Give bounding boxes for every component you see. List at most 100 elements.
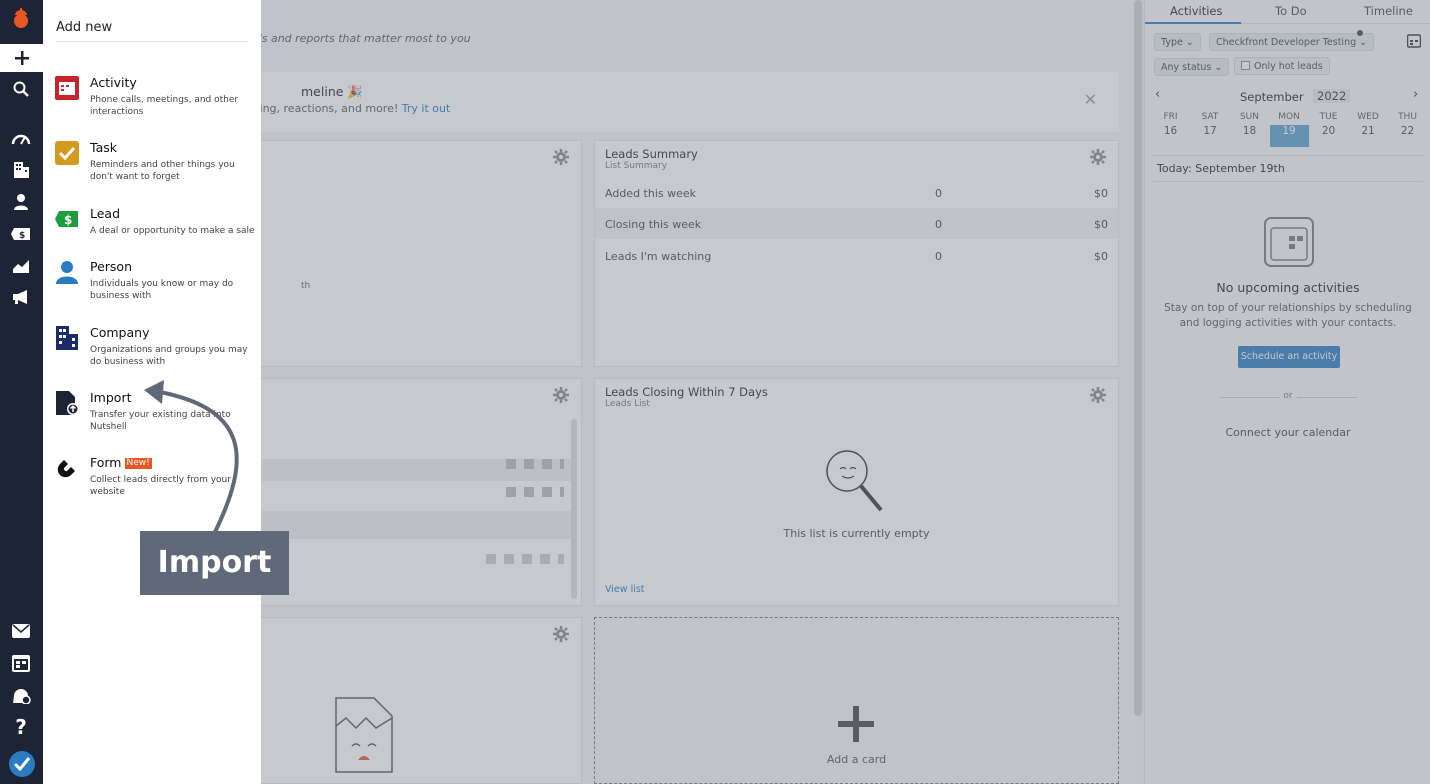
- type-filter-dropdown[interactable]: Type ⌄: [1154, 33, 1201, 51]
- calendar-header: ‹ September 2022 ›: [1145, 87, 1430, 104]
- notification-dot: [1357, 30, 1363, 36]
- card-subtitle: List Summary: [605, 161, 668, 171]
- leads-icon[interactable]: $: [10, 223, 32, 245]
- broken-paper-illustration: [335, 697, 393, 773]
- calendar-day[interactable]: WED 21: [1349, 112, 1388, 137]
- activities-panel: Activities To Do Timeline Type ⌄ Checkfr…: [1144, 0, 1430, 784]
- add-card-button[interactable]: Add a card: [594, 617, 1119, 784]
- magnifier-empty-icon: [826, 450, 883, 512]
- calendar-day[interactable]: TUE 20: [1309, 112, 1348, 137]
- card-subtitle: Leads List: [605, 399, 650, 409]
- chevron-down-icon: ⌄: [1359, 37, 1368, 48]
- banner-close-icon[interactable]: ✕: [1084, 90, 1097, 109]
- logo-icon[interactable]: [10, 8, 32, 30]
- add-new-button[interactable]: [0, 44, 43, 72]
- owner-filter-dropdown[interactable]: Checkfront Developer Testing ⌄: [1209, 33, 1375, 51]
- check-icon[interactable]: [8, 750, 36, 778]
- panel-tabs: Activities To Do Timeline: [1145, 0, 1430, 24]
- leads-summary-card: Leads Summary List Summary Added this we…: [594, 140, 1119, 367]
- email-icon[interactable]: [10, 620, 32, 642]
- companies-icon[interactable]: [10, 159, 32, 181]
- or-text: or: [1283, 391, 1293, 401]
- tab-timeline[interactable]: Timeline: [1364, 4, 1413, 18]
- summary-row[interactable]: Closing this week 0 $0: [595, 208, 1118, 239]
- next-week-icon[interactable]: ›: [1413, 87, 1418, 102]
- reports-icon[interactable]: [10, 255, 32, 277]
- task-icon: [55, 141, 79, 165]
- today-heading: Today: September 19th: [1157, 162, 1285, 175]
- chevron-down-icon: ⌄: [1214, 62, 1223, 73]
- import-icon: [56, 391, 79, 415]
- calendar-day[interactable]: FRI 16: [1151, 112, 1190, 137]
- try-it-out-link[interactable]: Try it out: [402, 102, 451, 115]
- empty-list-text: This list is currently empty: [783, 527, 930, 540]
- gear-icon[interactable]: [1090, 149, 1106, 165]
- placeholder-cells: [506, 459, 564, 469]
- timeline-banner: meline 🎉 ring, reactions, and more! Try …: [175, 72, 1119, 132]
- summary-row[interactable]: Added this week 0 $0: [595, 177, 1118, 208]
- divider: [1153, 181, 1423, 182]
- help-chat-icon[interactable]: [10, 684, 32, 706]
- calendar-day[interactable]: SUN 18: [1230, 112, 1269, 137]
- company-icon: [56, 326, 78, 350]
- no-upcoming-text: Stay on top of your relationships by sch…: [1164, 302, 1412, 329]
- add-person-item[interactable]: Person Individuals you know or may do bu…: [55, 259, 255, 304]
- calendar-day[interactable]: THU 22: [1388, 112, 1427, 137]
- hot-leads-checkbox[interactable]: [1241, 61, 1250, 70]
- connect-calendar-link[interactable]: Connect your calendar: [1145, 426, 1430, 439]
- card-title: Leads Summary: [605, 147, 698, 161]
- active-tab-indicator: [1145, 22, 1241, 24]
- prev-week-icon[interactable]: ‹: [1155, 87, 1160, 102]
- plus-icon: [838, 706, 874, 742]
- search-icon[interactable]: [10, 78, 32, 100]
- card-fragment-text: th: [301, 281, 311, 291]
- people-icon[interactable]: [10, 191, 32, 213]
- tab-activities[interactable]: Activities: [1170, 4, 1222, 18]
- add-card-label: Add a card: [826, 753, 887, 766]
- add-activity-item[interactable]: Activity Phone calls, meetings, and othe…: [55, 75, 255, 120]
- card-title: Leads Closing Within 7 Days: [605, 385, 768, 399]
- add-new-title: Add new: [56, 20, 248, 42]
- activity-icon: [55, 76, 79, 100]
- gear-icon[interactable]: [1090, 387, 1106, 403]
- add-icon: [14, 51, 29, 65]
- marketing-icon[interactable]: [10, 286, 32, 308]
- nav-rail: $ ?: [0, 0, 43, 784]
- dashboard-subtitle: ads and reports that matter most to you: [248, 32, 471, 45]
- person-icon: [56, 261, 78, 284]
- svg-text:$: $: [19, 231, 25, 241]
- calendar-day[interactable]: SAT 17: [1191, 112, 1230, 137]
- empty-calendar-icon: [1264, 217, 1314, 267]
- gear-icon[interactable]: [553, 626, 569, 642]
- status-filter-dropdown[interactable]: Any status ⌄: [1154, 58, 1230, 76]
- hot-leads-filter[interactable]: Only hot leads: [1234, 57, 1330, 75]
- calendar-month: September: [1240, 90, 1304, 104]
- placeholder-cells: [506, 487, 564, 497]
- svg-text:$: $: [64, 213, 72, 227]
- add-lead-item[interactable]: $ Lead A deal or opportunity to make a s…: [55, 206, 255, 237]
- schedule-activity-button[interactable]: Schedule an activity: [1238, 346, 1340, 368]
- form-magnet-icon: [57, 460, 75, 478]
- annotation-arrow: [144, 380, 239, 533]
- banner-text: ring, reactions, and more! Try it out: [255, 102, 451, 115]
- divider: [1153, 155, 1423, 156]
- main-scrollbar[interactable]: [1134, 0, 1142, 716]
- view-list-link[interactable]: View list: [605, 584, 645, 595]
- banner-title: meline 🎉: [301, 84, 363, 99]
- calendar-day-selected[interactable]: MON 19: [1270, 112, 1309, 137]
- gear-icon[interactable]: [553, 149, 569, 165]
- add-task-item[interactable]: Task Reminders and other things you don'…: [55, 140, 255, 185]
- help-icon[interactable]: ?: [10, 715, 32, 739]
- import-annotation-label: Import: [140, 531, 289, 595]
- calendar-year[interactable]: 2022: [1313, 89, 1351, 103]
- calendar-icon[interactable]: [10, 652, 32, 674]
- add-company-item[interactable]: Company Organizations and groups you may…: [55, 325, 255, 370]
- calendar-view-icon[interactable]: [1407, 34, 1421, 48]
- placeholder-cells: [486, 554, 564, 564]
- lead-icon: $: [55, 211, 78, 227]
- gear-icon[interactable]: [553, 387, 569, 403]
- tab-to-do[interactable]: To Do: [1275, 4, 1307, 18]
- card-scrollbar[interactable]: [571, 419, 577, 599]
- summary-row[interactable]: Leads I'm watching 0 $0: [595, 240, 1118, 271]
- dashboard-icon[interactable]: [10, 127, 32, 149]
